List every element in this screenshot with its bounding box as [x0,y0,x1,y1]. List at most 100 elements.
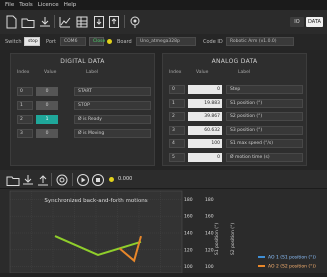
y-tick-label: 140 [205,231,214,237]
menu-file[interactable]: File [5,2,14,8]
row-label[interactable]: Ø motion time (s) [226,152,303,162]
save-icon[interactable] [21,172,35,186]
switch-toggle[interactable]: stop [24,37,40,46]
y-tick-label: 140 [184,231,193,237]
y-tick-label: 180 [205,197,214,203]
io-button[interactable]: IO [290,17,304,27]
y-tick-label: 160 [205,214,214,220]
row-label[interactable]: Step [226,85,303,94]
row-index: 4 [169,139,185,148]
row-index: 2 [169,112,185,121]
location-icon[interactable] [128,14,142,28]
export-icon[interactable] [36,172,50,186]
chart-svg: Synchronized back-and-forth motions 180 1… [0,189,327,274]
digital-data-title: DIGITAL DATA [60,58,105,65]
row-index: 3 [169,125,185,135]
toolbar-separator [54,15,55,28]
menu-help[interactable]: Help [64,2,77,8]
row-index: 2 [17,115,33,124]
row-label[interactable]: Ø is Moving [74,129,151,138]
row-label[interactable]: START [74,87,151,96]
digital-value-toggle[interactable]: 0 [36,129,58,138]
table-icon[interactable] [75,14,89,28]
close-button[interactable]: Close [89,37,105,46]
stop-icon[interactable] [91,172,105,186]
data-button[interactable]: DATA [306,17,323,27]
legend-label: AO 2 (S2 position (°)) [268,264,316,270]
row-index: 1 [17,101,33,110]
import-icon[interactable] [92,14,106,28]
analog-value-field[interactable]: 60.632 [188,125,222,135]
elapsed-time: 0.000 [118,176,133,182]
code-id-field: Robotic Arm (v1.0.0) [226,37,294,46]
analog-value-field[interactable]: 19.883 [188,98,222,108]
toolbar-separator [51,173,52,186]
row-index: 0 [17,87,33,96]
y-tick-label: 120 [184,247,193,253]
open-folder-icon[interactable] [21,14,35,28]
y-axis-label-1: S1 position (°) [214,223,220,255]
legend-label: AO 1 (S1 position (°)) [268,255,316,261]
row-label[interactable]: S3 position (°) [226,125,303,135]
y-axis-label-2: S2 position (°) [230,223,236,255]
data-row: 0 0 START [11,87,154,97]
analog-data-panel: ANALOG DATA Index Value Label 0 0 Step 1 19.… [162,53,307,166]
y-tick-label: 100 [184,264,193,270]
analog-value-field[interactable]: 39.867 [188,112,222,121]
legend-swatch [258,256,265,258]
chart-section: 0.000 Synchronized back-and-forth motion… [0,170,327,274]
menu-licence[interactable]: Licence [38,2,59,8]
connection-bar: Switch stop Port COM6 Close Board Uno_at… [0,34,327,50]
toolbar-separator [124,15,125,28]
row-label[interactable]: S1 max speed (°/s) [226,139,303,148]
play-icon[interactable] [76,172,90,186]
digital-value-toggle[interactable]: 0 [36,87,58,96]
row-index: 5 [169,152,185,162]
label-header: Label [86,70,99,75]
data-row: 3 60.632 S3 position (°) [163,125,306,136]
data-row: 2 39.867 S2 position (°) [163,112,306,122]
port-label: Port [46,39,56,45]
data-row: 30 Ø is Moving [11,129,154,139]
digital-value-toggle[interactable]: 0 [36,101,58,110]
chart-icon[interactable] [58,14,72,28]
board-label: Board [117,39,132,45]
digital-value-toggle[interactable]: 1 [36,115,58,124]
recording-status-indicator [109,177,114,182]
index-header: Index [169,70,182,75]
analog-data-title: ANALOG DATA [211,58,258,65]
row-label[interactable]: Ø is Ready [74,115,151,124]
y-tick-label: 100 [205,264,214,270]
menu-tools[interactable]: Tools [19,2,33,8]
save-icon[interactable] [38,14,52,28]
data-row: 21 Ø is Ready [11,115,154,125]
connection-status-indicator [107,39,112,44]
open-folder-icon[interactable] [6,172,20,186]
data-row: 1 19.883 S1 position (°) [163,98,306,109]
data-row: 1 0 STOP [11,101,154,111]
label-header: Label [238,70,251,75]
switch-label: Switch [5,39,22,45]
index-header: Index [17,70,30,75]
chart-legend: AO 1 (S1 position (°)) AO 2 (S2 position… [255,252,325,273]
analog-value-field[interactable]: 0 [188,85,222,94]
analog-value-field[interactable]: 0 [188,152,222,162]
row-label[interactable]: S2 position (°) [226,112,303,121]
value-header: Value [196,70,209,75]
chart-toolbar: 0.000 [0,170,327,189]
main-toolbar: IO DATA [0,10,327,35]
y-tick-label: 120 [205,247,214,253]
legend-swatch [258,265,265,267]
analog-value-field[interactable]: 100 [188,139,222,148]
board-field: Uno_atmega328p [136,37,196,46]
row-index: 0 [169,85,185,94]
row-label[interactable]: S1 position (°) [226,98,303,108]
target-icon[interactable] [55,172,69,186]
port-select[interactable]: COM6 [60,37,86,46]
new-file-icon[interactable] [4,14,18,29]
export-icon[interactable] [107,14,121,28]
data-row: 0 0 Step [163,85,306,95]
y-tick-label: 180 [184,197,193,203]
row-label[interactable]: STOP [74,101,151,110]
data-panels: DIGITAL DATA Index Value Label 0 0 START 1 0… [0,50,327,170]
